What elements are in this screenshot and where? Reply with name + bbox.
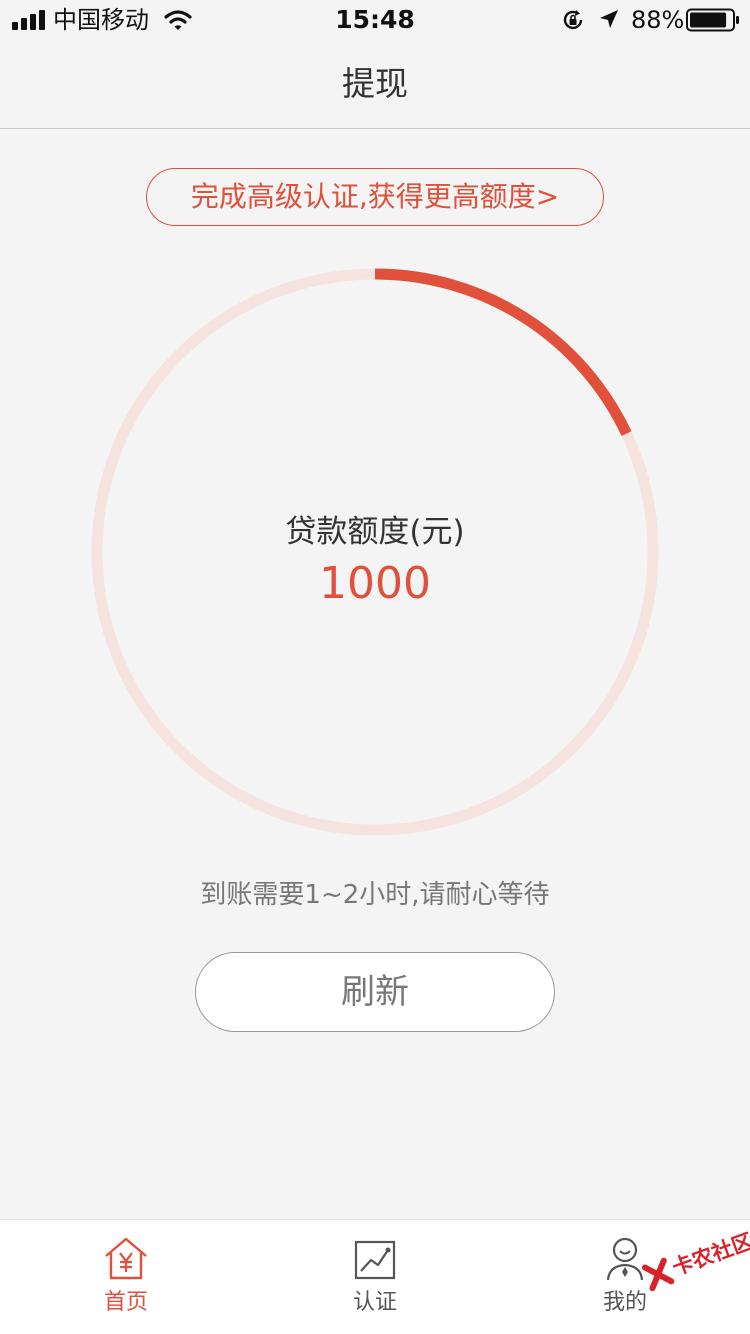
battery-icon	[686, 8, 739, 32]
gauge-progress-arc	[374, 268, 632, 436]
loan-limit-value: 1000	[319, 558, 431, 609]
user-icon	[606, 1237, 644, 1281]
tab-home[interactable]: 首页	[64, 1236, 184, 1326]
tab-verify-label: 认证	[352, 1290, 397, 1315]
arrival-wait-notice: 到账需要1~2小时,请耐心等待	[200, 880, 550, 910]
chart-trend-icon	[354, 1240, 396, 1280]
nav-divider	[0, 128, 750, 129]
refresh-button[interactable]: 刷新	[195, 952, 555, 1032]
page-title: 提现	[342, 64, 408, 103]
status-bar: 中国移动 15:48 88%	[0, 0, 750, 40]
tab-verify[interactable]: 认证	[313, 1236, 433, 1326]
home-yuan-icon	[105, 1237, 147, 1280]
tab-home-label: 首页	[103, 1290, 148, 1315]
upgrade-certification-button[interactable]: 完成高级认证,获得更高额度>	[146, 168, 604, 226]
battery-percentage: 88%	[631, 6, 685, 34]
loan-limit-label: 贷款额度(元)	[285, 514, 465, 550]
location-arrow-icon	[600, 10, 618, 28]
orientation-lock-icon	[563, 10, 583, 30]
